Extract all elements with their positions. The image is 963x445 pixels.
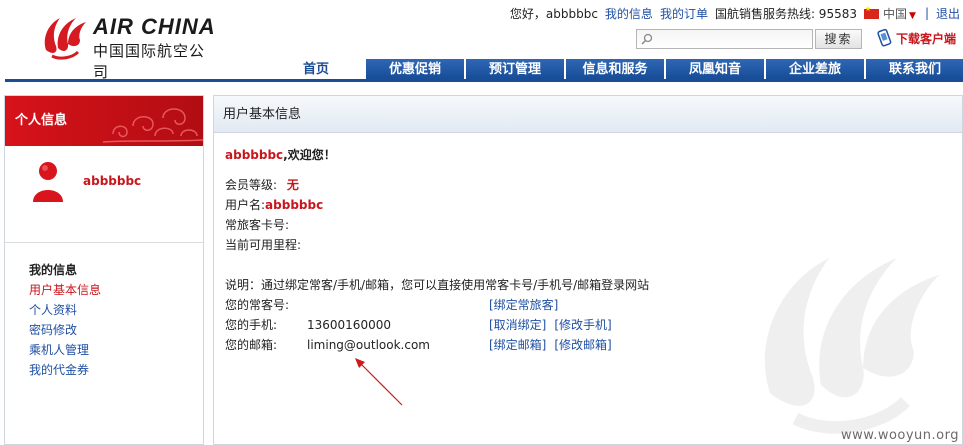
sidebar: 个人信息 abbbbbc 我的信息 用户基本信息 个人资料 密码修改 乘机人管理…	[4, 95, 204, 445]
profile-username: abbbbbc	[83, 174, 142, 188]
phone-actions: [取消绑定] [修改手机]	[489, 315, 620, 335]
bind-frequent-flyer-link[interactable]: [绑定常旅客]	[489, 298, 558, 312]
bind-email-link[interactable]: [绑定邮箱]	[489, 338, 546, 352]
frequent-flyer-actions: [绑定常旅客]	[489, 295, 566, 315]
user-info-content: abbbbbc,欢迎您！ 会员等级: 无 用户名:abbbbbc 常旅客卡号: …	[225, 145, 945, 355]
frequent-flyer-row: 您的常客号: [绑定常旅客]	[225, 295, 945, 315]
sidebar-header: 个人信息	[5, 96, 203, 146]
member-level-row: 会员等级: 无	[225, 175, 945, 195]
sidebar-item-profile[interactable]: 个人资料	[29, 300, 101, 320]
nav-item-corporate[interactable]: 企业差旅	[766, 59, 864, 81]
card-number-row: 常旅客卡号:	[225, 215, 945, 235]
search-button[interactable]: 搜索	[815, 29, 862, 49]
phoenix-logo-icon	[44, 18, 86, 60]
sidebar-menu: 我的信息 用户基本信息 个人资料 密码修改 乘机人管理 我的代金券	[29, 260, 101, 380]
annotation-arrow-icon	[355, 358, 403, 406]
phone-value: 13600160000	[307, 318, 391, 332]
nav-item-home[interactable]: 首页	[268, 59, 364, 81]
member-level-value: 无	[286, 178, 299, 192]
my-info-link[interactable]: 我的信息	[605, 5, 653, 22]
email-row: 您的邮箱: liming@outlook.com [绑定邮箱] [修改邮箱]	[225, 335, 945, 355]
sidebar-menu-title: 我的信息	[29, 263, 78, 277]
search-input[interactable]	[655, 30, 810, 48]
brand-name-en: AIR CHINA	[93, 14, 216, 39]
change-phone-link[interactable]: [修改手机]	[554, 318, 611, 332]
username-row: 用户名:abbbbbc	[225, 195, 945, 215]
search-box[interactable]	[636, 29, 813, 49]
mileage-label: 当前可用里程:	[225, 238, 302, 252]
divider: |	[924, 6, 929, 20]
username-value: abbbbbc	[265, 198, 324, 212]
username-label: 用户名:	[225, 198, 266, 212]
brand-name-cn: 中国国际航空公司	[93, 42, 206, 81]
main-nav: 首页 优惠促销 预订管理 信息和服务 凤凰知音 企业差旅 联系我们	[268, 59, 963, 81]
frequent-flyer-label: 您的常客号:	[225, 298, 290, 312]
sidebar-title: 个人信息	[15, 113, 68, 128]
greeting-text: 您好，abbbbbc	[509, 6, 598, 21]
chevron-down-icon: ▼	[909, 10, 916, 21]
cloud-pattern-icon	[102, 108, 203, 143]
mileage-row: 当前可用里程:	[225, 235, 945, 255]
welcome-username: abbbbbc	[225, 148, 284, 162]
sidebar-item-passengers[interactable]: 乘机人管理	[29, 340, 101, 360]
download-app-link[interactable]: 下载客户端	[877, 28, 956, 48]
site-watermark: www.wooyun.org	[840, 428, 959, 443]
nav-item-contact[interactable]: 联系我们	[866, 59, 963, 81]
sidebar-item-password[interactable]: 密码修改	[29, 320, 101, 340]
profile-card: abbbbbc	[5, 146, 203, 243]
nav-item-info-services[interactable]: 信息和服务	[566, 59, 664, 81]
welcome-message: abbbbbc,欢迎您！	[225, 145, 945, 165]
main-panel: 用户基本信息 abbbbbc,欢迎您！ 会员等级: 无 用户名:abbbbbc …	[213, 95, 963, 445]
region-label: 中国	[883, 6, 908, 21]
card-number-label: 常旅客卡号:	[225, 218, 290, 232]
unbind-phone-link[interactable]: [取消绑定]	[489, 318, 546, 332]
region-selector[interactable]: 中国▼	[864, 5, 923, 22]
phone-row: 您的手机: 13600160000 [取消绑定] [修改手机]	[225, 315, 945, 335]
page-title: 用户基本信息	[214, 96, 962, 133]
sidebar-item-vouchers[interactable]: 我的代金券	[29, 360, 101, 380]
email-label: 您的邮箱:	[225, 338, 278, 352]
search-icon	[641, 33, 653, 45]
change-email-link[interactable]: [修改邮箱]	[554, 338, 611, 352]
nav-item-promotions[interactable]: 优惠促销	[366, 59, 464, 81]
air-china-logo[interactable]: AIR CHINA 中国国际航空公司	[38, 10, 218, 81]
email-value: liming@outlook.com	[307, 338, 430, 352]
sidebar-item-basic-info[interactable]: 用户基本信息	[29, 280, 101, 300]
top-links-bar: 您好，abbbbbc 我的信息 我的订单 国航销售服务热线: 95583 中国▼…	[510, 5, 963, 21]
binding-note: 说明：通过绑定常客/手机/邮箱，您可以直接使用常客卡号/手机号/邮箱登录网站	[225, 275, 945, 295]
nav-underline	[5, 79, 963, 82]
logout-link[interactable]: 退出	[936, 5, 960, 22]
china-flag-icon	[864, 5, 879, 19]
hotline-text: 国航销售服务热线: 95583	[714, 6, 857, 21]
avatar	[33, 162, 63, 202]
phone-label: 您的手机:	[225, 318, 278, 332]
mobile-phone-icon	[877, 28, 892, 47]
my-orders-link[interactable]: 我的订单	[660, 5, 708, 22]
binding-note-text: 说明：通过绑定常客/手机/邮箱，您可以直接使用常客卡号/手机号/邮箱登录网站	[225, 278, 650, 292]
member-level-label: 会员等级:	[225, 178, 278, 192]
nav-item-booking[interactable]: 预订管理	[466, 59, 564, 81]
download-app-label: 下载客户端	[896, 31, 957, 46]
welcome-suffix: ,欢迎您！	[283, 148, 336, 162]
nav-item-phoenix-miles[interactable]: 凤凰知音	[666, 59, 764, 81]
email-actions: [绑定邮箱] [修改邮箱]	[489, 335, 620, 355]
